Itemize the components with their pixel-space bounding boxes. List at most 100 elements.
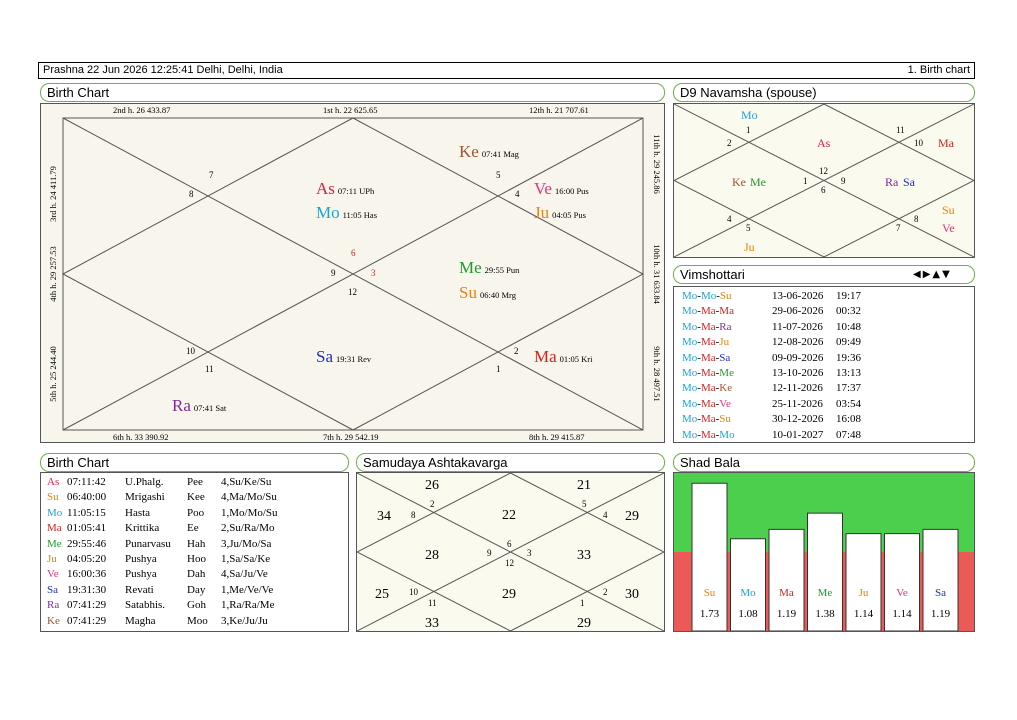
d9-planet-ve[interactable]: Ve (942, 221, 955, 235)
planet-syllable: Pee (187, 476, 203, 488)
dasha-date: 09-09-2026 (772, 351, 824, 364)
dasha-date: 11-07-2026 (772, 320, 823, 333)
house-label-9: 9th h. 28 497.51 (652, 346, 662, 402)
planet-row[interactable]: As 07:11:42 U.Phalg. Pee 4,Su/Ke/Su (45, 475, 280, 490)
sign-number: 8 (189, 189, 194, 199)
planet-mo[interactable]: Mo 11:05 Has (316, 203, 377, 222)
sign-number: 9 (487, 548, 492, 558)
planet-syllable: Goh (187, 599, 206, 612)
shad-bar-value: 1.19 (777, 608, 797, 620)
vimshottari-row[interactable]: Mo-Ma-Ve 25-11-2026 03:54 (680, 397, 863, 412)
planet-nakshatra: Magha (125, 614, 156, 627)
shad-bar-planet: Ju (859, 587, 869, 599)
planet-row[interactable]: Mo 11:05:15 Hasta Poo 1,Mo/Mo/Su (45, 506, 280, 521)
dasha-date: 13-06-2026 (772, 290, 824, 302)
sign-number: 5 (746, 223, 751, 233)
vimshottari-row[interactable]: Mo-Ma-Ke 12-11-2026 17:37 (680, 381, 863, 396)
planet-abbr: Ju (47, 553, 57, 566)
planet-row[interactable]: Ra 07:41:29 Satabhis. Goh 1,Ra/Ra/Me (45, 598, 280, 613)
next-icon[interactable]: ▶ (923, 269, 933, 280)
sign-number: 1 (803, 176, 808, 186)
d9-planet-ju[interactable]: Ju (744, 240, 755, 254)
planet-row[interactable]: Ju 04:05:20 Pushya Hoo 1,Sa/Sa/Ke (45, 552, 280, 567)
sign-number: 12 (505, 558, 514, 568)
vimshottari-row[interactable]: Mo-Mo-Su 13-06-2026 19:17 (680, 289, 863, 304)
dasha-lord: Ma (700, 367, 716, 380)
vimshottari-panel[interactable]: Mo-Mo-Su 13-06-2026 19:17 Mo-Ma-Ma 29-06-202… (673, 286, 975, 443)
dasha-lord: Ma (700, 428, 716, 441)
d9-planet-me[interactable]: Me (750, 175, 766, 189)
planet-list-panel[interactable]: As 07:11:42 U.Phalg. Pee 4,Su/Ke/Su Su 06:40:0… (40, 472, 349, 632)
up-icon[interactable]: ▲ (932, 269, 942, 280)
dasha-time: 10:48 (836, 320, 862, 333)
prev-icon[interactable]: ◀ (913, 269, 923, 280)
dasha-lord: Mo (682, 367, 698, 380)
ashtak-value: 33 (425, 616, 439, 631)
vimshottari-row[interactable]: Mo-Ma-Su 30-12-2026 16:08 (680, 412, 863, 427)
ashtakavarga-panel[interactable]: 2 8 5 4 6 9 3 12 10 11 1 2 26 34 22 21 2… (355, 472, 666, 632)
shad-bar-value: 1.08 (738, 608, 758, 620)
d9-planet-ma[interactable]: Ma (938, 136, 955, 150)
planet-row[interactable]: Me 29:55:46 Punarvasu Hah 3,Ju/Mo/Sa (45, 537, 280, 552)
planet-syllable: Moo (187, 614, 208, 627)
dasha-lord: Ma (700, 336, 716, 349)
vimshottari-row[interactable]: Mo-Ma-Me 13-10-2026 13:13 (680, 366, 863, 381)
house-label-6: 6th h. 33 390.92 (113, 432, 169, 442)
planet-abbr: Ra (47, 599, 60, 612)
dasha-lord: Ra (719, 320, 732, 333)
planet-ve[interactable]: Ve 16:00 Pus (534, 179, 589, 198)
planet-as[interactable]: As 07:11 UPh (316, 179, 375, 198)
vimshottari-row[interactable]: Mo-Ma-Ma 29-06-2026 00:32 (680, 304, 863, 319)
ashtak-value: 29 (502, 587, 516, 602)
planet-row[interactable]: Ke 07:41:29 Magha Moo 3,Ke/Ju/Ju (45, 614, 280, 629)
planet-me[interactable]: Me 29:55 Pun (459, 258, 520, 277)
birth-chart-panel[interactable]: 2nd h. 26 433.87 1st h. 22 625.65 12th h… (40, 103, 665, 443)
planet-pada: 4,Ma/Mo/Su (221, 491, 277, 504)
ashtakavarga-title: Samudaya Ashtakavarga (356, 453, 665, 472)
vimshottari-row[interactable]: Mo-Ma-Mo 10-01-2027 07:48 (680, 428, 863, 443)
planet-row[interactable]: Su 06:40:00 Mrigashi Kee 4,Ma/Mo/Su (45, 490, 280, 505)
vimshottari-row[interactable]: Mo-Ma-Ju 12-08-2026 09:49 (680, 335, 863, 350)
planet-row[interactable]: Ve 16:00:36 Pushya Dah 4,Sa/Ju/Ve (45, 567, 280, 582)
d9-planet-sa[interactable]: Sa (903, 175, 916, 189)
vimshottari-row[interactable]: Mo-Ma-Ra 11-07-2026 10:48 (680, 320, 863, 335)
planet-degree: 01:05:41 (67, 522, 107, 535)
planet-degree: 07:41:29 (67, 599, 107, 612)
planet-sa[interactable]: Sa 19:31 Rev (316, 347, 372, 366)
vimshottari-row[interactable]: Mo-Ma-Sa 09-09-2026 19:36 (680, 351, 863, 366)
d9-planet-ke[interactable]: Ke (732, 175, 746, 189)
planet-table: As 07:11:42 U.Phalg. Pee 4,Su/Ke/Su Su 06:40:0… (45, 475, 280, 629)
shad-bar-value: 1.73 (700, 608, 720, 620)
sign-number: 8 (914, 214, 919, 224)
planet-abbr: Ke (47, 614, 60, 627)
down-icon[interactable]: ▼ (942, 269, 952, 280)
dasha-date: 12-08-2026 (772, 336, 824, 349)
d9-planet-as[interactable]: As (817, 136, 831, 150)
planet-ma[interactable]: Ma 01:05 Kri (534, 347, 593, 366)
planet-abbr: Ma (47, 522, 62, 535)
ashtak-value: 33 (577, 548, 591, 563)
shad-bala-panel[interactable]: Su 1.73 Mo 1.08 Ma 1.19 Me 1.38 Ju 1.14 Ve 1.14 Sa 1.… (673, 472, 975, 632)
dasha-date: 30-12-2026 (772, 413, 824, 426)
planet-su[interactable]: Su 06:40 Mrg (459, 283, 517, 302)
shad-bar-value: 1.14 (892, 608, 912, 620)
dasha-lord: Ma (700, 382, 716, 395)
dasha-lord: Sa (719, 351, 731, 364)
house-label-1: 1st h. 22 625.65 (323, 105, 378, 115)
sign-number: 1 (746, 125, 751, 135)
d9-planet-mo[interactable]: Mo (741, 108, 758, 122)
header-bar: Prashna 22 Jun 2026 12:25:41 Delhi, Delh… (38, 62, 975, 79)
planet-ju[interactable]: Ju 04:05 Pus (534, 203, 586, 222)
d9-planet-su[interactable]: Su (942, 203, 955, 217)
ashtak-value: 28 (425, 548, 439, 563)
sign-number: 5 (496, 170, 501, 180)
header-chart-name: 1. Birth chart (907, 64, 970, 76)
planet-row[interactable]: Sa 19:31:30 Revati Day 1,Me/Ve/Ve (45, 583, 280, 598)
planet-ra[interactable]: Ra 07:41 Sat (172, 396, 227, 415)
navamsha-panel[interactable]: 1 2 11 10 12 1 9 6 4 5 7 8 Mo As Ma Ke M… (672, 103, 976, 258)
d9-planet-ra[interactable]: Ra (885, 175, 899, 189)
planet-ke[interactable]: Ke 07:41 Mag (459, 142, 520, 161)
planet-row[interactable]: Ma 01:05:41 Krittika Ee 2,Su/Ra/Mo (45, 521, 280, 536)
dasha-lord: Mo (682, 428, 698, 441)
sign-number: 10 (186, 346, 196, 356)
